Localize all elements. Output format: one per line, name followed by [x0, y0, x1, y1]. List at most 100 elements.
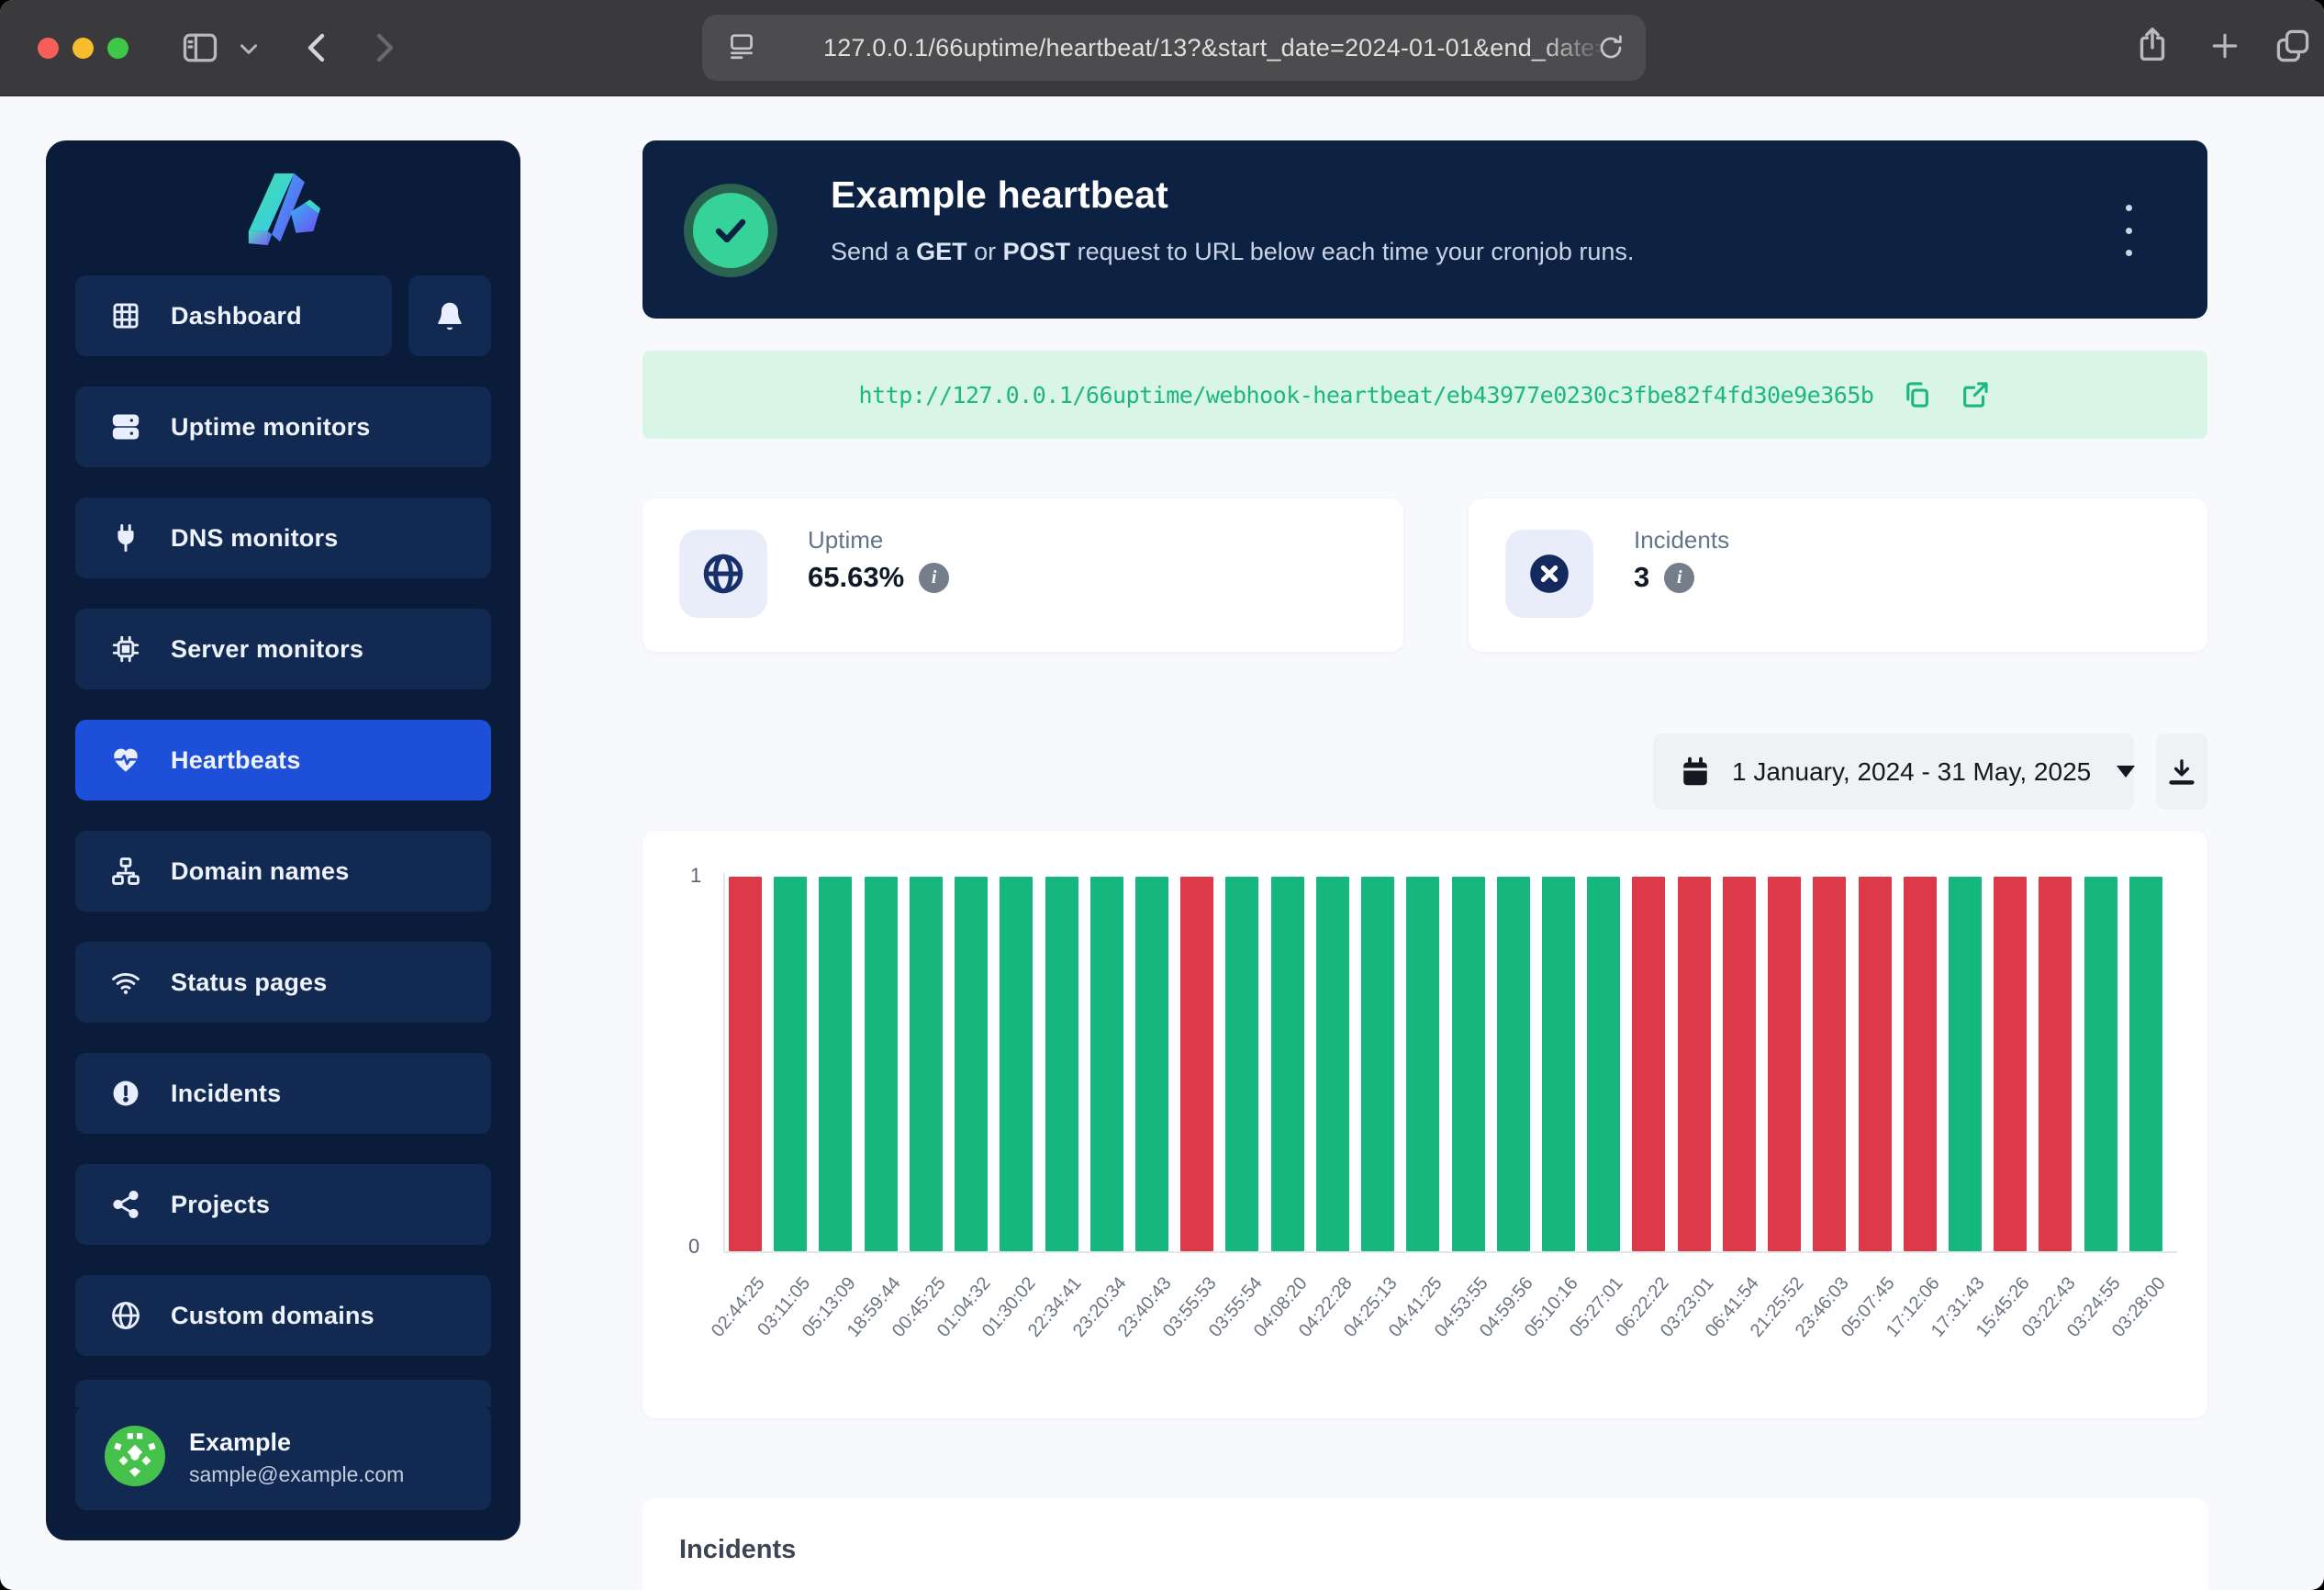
chart-bar[interactable] — [1316, 877, 1349, 1251]
chart-bar[interactable] — [1452, 877, 1485, 1251]
chart-bar[interactable] — [1949, 877, 1982, 1251]
plug-icon — [110, 522, 141, 554]
sidebar-item-dashboard[interactable]: Dashboard — [75, 275, 392, 356]
sidebar-item-custom-domains[interactable]: Custom domains — [75, 1275, 491, 1356]
chart-bar[interactable] — [1542, 877, 1575, 1251]
sidebar-item-label: Status pages — [171, 969, 327, 997]
sidebar-item-label: Uptime monitors — [171, 413, 371, 442]
sidebar-item-heartbeats[interactable]: Heartbeats — [75, 720, 491, 801]
page-settings-icon[interactable] — [726, 30, 757, 66]
info-icon[interactable]: i — [919, 563, 949, 593]
back-button-icon[interactable] — [296, 26, 340, 70]
chart-bar[interactable] — [1723, 877, 1756, 1251]
incidents-stat-card: Incidents 3 i — [1469, 498, 2207, 652]
chart-bar[interactable] — [1632, 877, 1665, 1251]
user-email: sample@example.com — [189, 1462, 404, 1487]
chart-bar[interactable] — [729, 877, 762, 1251]
sidebar-toggle-icon[interactable] — [180, 28, 220, 68]
alert-circle-icon — [110, 1078, 141, 1109]
sidebar-item-dns-monitors[interactable]: DNS monitors — [75, 498, 491, 578]
chart-bar[interactable] — [1994, 877, 2027, 1251]
incidents-section-title: Incidents — [679, 1535, 796, 1565]
chevron-down-icon[interactable] — [237, 37, 261, 61]
chart-bar[interactable] — [1090, 877, 1123, 1251]
uptime-value: 65.63% — [808, 561, 904, 594]
sidebar-item-label: DNS monitors — [171, 524, 338, 553]
sidebar-item-label: Domain names — [171, 857, 349, 886]
window-zoom-button[interactable] — [107, 38, 128, 59]
tab-overview-icon[interactable] — [2273, 26, 2313, 66]
chart-bar[interactable] — [774, 877, 807, 1251]
incidents-section: Incidents — [642, 1498, 2207, 1590]
sidebar-item-domain-names[interactable]: Domain names — [75, 831, 491, 912]
info-icon[interactable]: i — [1664, 563, 1694, 593]
sidebar-item-server-monitors[interactable]: Server monitors — [75, 609, 491, 689]
chart-bar[interactable] — [865, 877, 898, 1251]
incidents-value: 3 — [1634, 561, 1649, 594]
app-logo-icon[interactable] — [46, 170, 520, 247]
chart-bar[interactable] — [1904, 877, 1937, 1251]
sidebar-item-incidents[interactable]: Incidents — [75, 1053, 491, 1134]
copy-icon[interactable] — [1901, 379, 1932, 410]
chart-bar[interactable] — [1361, 877, 1394, 1251]
chart-bar[interactable] — [1225, 877, 1258, 1251]
sidebar-item-projects[interactable]: Projects — [75, 1164, 491, 1245]
chart-bar[interactable] — [1180, 877, 1213, 1251]
bell-icon — [433, 299, 466, 332]
incidents-label: Incidents — [1634, 526, 1729, 554]
caret-down-icon — [2117, 766, 2135, 778]
download-button[interactable] — [2156, 733, 2207, 810]
heart-pulse-icon — [110, 745, 141, 776]
sidebar-item-uptime-monitors[interactable]: Uptime monitors — [75, 386, 491, 467]
calendar-icon — [1679, 756, 1712, 789]
chart-bars — [725, 877, 2171, 1251]
chart-bar[interactable] — [1045, 877, 1078, 1251]
webhook-url-text: http://127.0.0.1/66uptime/webhook-heartb… — [859, 382, 1874, 409]
page-title: Example heartbeat — [831, 174, 1168, 217]
chart-bar[interactable] — [1135, 877, 1168, 1251]
chart-bar[interactable] — [2084, 877, 2117, 1251]
browser-toolbar: 127.0.0.1/66uptime/heartbeat/13?&start_d… — [0, 0, 2324, 96]
address-bar[interactable]: 127.0.0.1/66uptime/heartbeat/13?&start_d… — [702, 15, 1646, 81]
grid-icon — [110, 300, 141, 331]
chart-bar[interactable] — [1678, 877, 1711, 1251]
new-tab-icon[interactable] — [2207, 28, 2243, 64]
sidebar-item-label: Dashboard — [171, 302, 302, 330]
more-options-button[interactable] — [2110, 205, 2147, 256]
sidebar-nav: Dashboard Uptime monitors DNS monitors Serv… — [75, 275, 491, 1386]
chart-bar[interactable] — [1271, 877, 1304, 1251]
external-link-icon[interactable] — [1960, 379, 1991, 410]
sidebar-item-label: Incidents — [171, 1080, 281, 1108]
chart-bar[interactable] — [1859, 877, 1892, 1251]
y-axis-tick-bottom: 0 — [688, 1235, 699, 1259]
chart-bar[interactable] — [1497, 877, 1530, 1251]
user-name: Example — [189, 1428, 404, 1457]
chart-bar[interactable] — [1768, 877, 1801, 1251]
status-up-icon — [684, 184, 777, 277]
sidebar-item-status-pages[interactable]: Status pages — [75, 942, 491, 1023]
window-minimize-button[interactable] — [73, 38, 94, 59]
uptime-stat-card: Uptime 65.63% i — [642, 498, 1403, 652]
sidebar-item-label: Server monitors — [171, 635, 363, 664]
browser-window: 127.0.0.1/66uptime/heartbeat/13?&start_d… — [0, 0, 2324, 1590]
sidebar-item-label: Custom domains — [171, 1302, 374, 1330]
notifications-button[interactable] — [408, 275, 491, 356]
chart-bar[interactable] — [2039, 877, 2072, 1251]
chart-bar[interactable] — [1406, 877, 1439, 1251]
user-account-card[interactable]: Example sample@example.com — [75, 1405, 491, 1510]
date-range-picker[interactable]: 1 January, 2024 - 31 May, 2025 — [1653, 733, 2134, 810]
url-text: 127.0.0.1/66uptime/heartbeat/13?&start_d… — [823, 34, 1609, 62]
chart-bar[interactable] — [1813, 877, 1846, 1251]
chart-bar[interactable] — [1000, 877, 1033, 1251]
sidebar-item-partial — [75, 1380, 491, 1407]
globe-icon — [679, 530, 767, 618]
chart-bar[interactable] — [819, 877, 852, 1251]
window-close-button[interactable] — [38, 38, 59, 59]
chart-bar[interactable] — [910, 877, 943, 1251]
forward-button-icon[interactable] — [362, 26, 406, 70]
share-icon[interactable] — [2131, 24, 2173, 66]
chart-bar[interactable] — [2129, 877, 2162, 1251]
chart-bar[interactable] — [955, 877, 988, 1251]
chart-bar[interactable] — [1587, 877, 1620, 1251]
reload-icon[interactable] — [1596, 33, 1626, 67]
